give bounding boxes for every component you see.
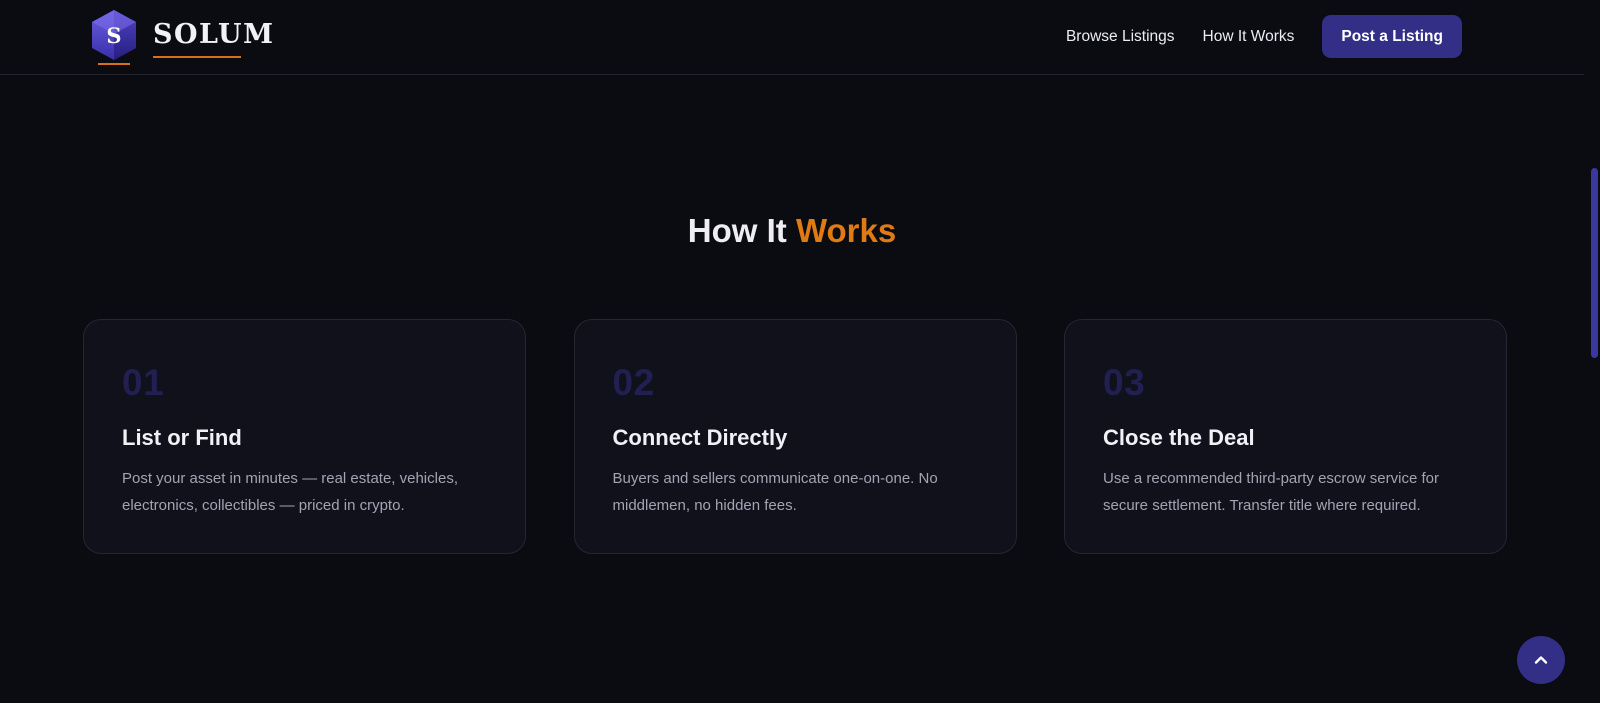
chevron-up-icon [1534, 656, 1548, 664]
step-description: Post your asset in minutes — real estate… [122, 470, 458, 514]
main-nav: Browse Listings How It Works Post a List… [1066, 15, 1462, 58]
step-description: Use a recommended third-party escrow ser… [1103, 470, 1439, 514]
brand-logo[interactable]: S SOLUM [90, 9, 274, 67]
step-title: Connect Directly [612, 425, 788, 450]
step-card-3: 03 Close the Deal Use a recommended thir… [1064, 319, 1507, 554]
post-listing-button[interactable]: Post a Listing [1322, 15, 1462, 58]
step-title: List or Find [122, 425, 242, 450]
section-title-accent: Works [795, 212, 897, 249]
scrollbar-thumb[interactable] [1591, 168, 1598, 358]
page-scrollbar[interactable] [1584, 0, 1600, 703]
section-title-prefix: How It [687, 212, 787, 249]
steps-list: 01 List or Find Post your asset in minut… [83, 319, 1507, 554]
hexagon-logo-icon: S [90, 9, 138, 67]
step-card-2: 02 Connect Directly Buyers and sellers c… [573, 319, 1017, 554]
section-title: How It Works [0, 212, 1584, 250]
step-description: Buyers and sellers communicate one-on-on… [612, 470, 938, 514]
step-title: Close the Deal [1103, 425, 1255, 450]
nav-how-it-works[interactable]: How It Works [1203, 28, 1295, 46]
brand-name: SOLUM [153, 19, 275, 58]
nav-browse-listings[interactable]: Browse Listings [1066, 28, 1175, 46]
back-to-top-button[interactable] [1517, 636, 1565, 684]
step-number: 02 [612, 362, 655, 403]
step-number: 03 [1103, 362, 1146, 403]
site-header: S SOLUM Browse Listings How It Works Pos… [0, 0, 1584, 75]
logo-letter: S [106, 23, 121, 48]
step-number: 01 [122, 362, 165, 403]
step-card-1: 01 List or Find Post your asset in minut… [83, 319, 526, 554]
